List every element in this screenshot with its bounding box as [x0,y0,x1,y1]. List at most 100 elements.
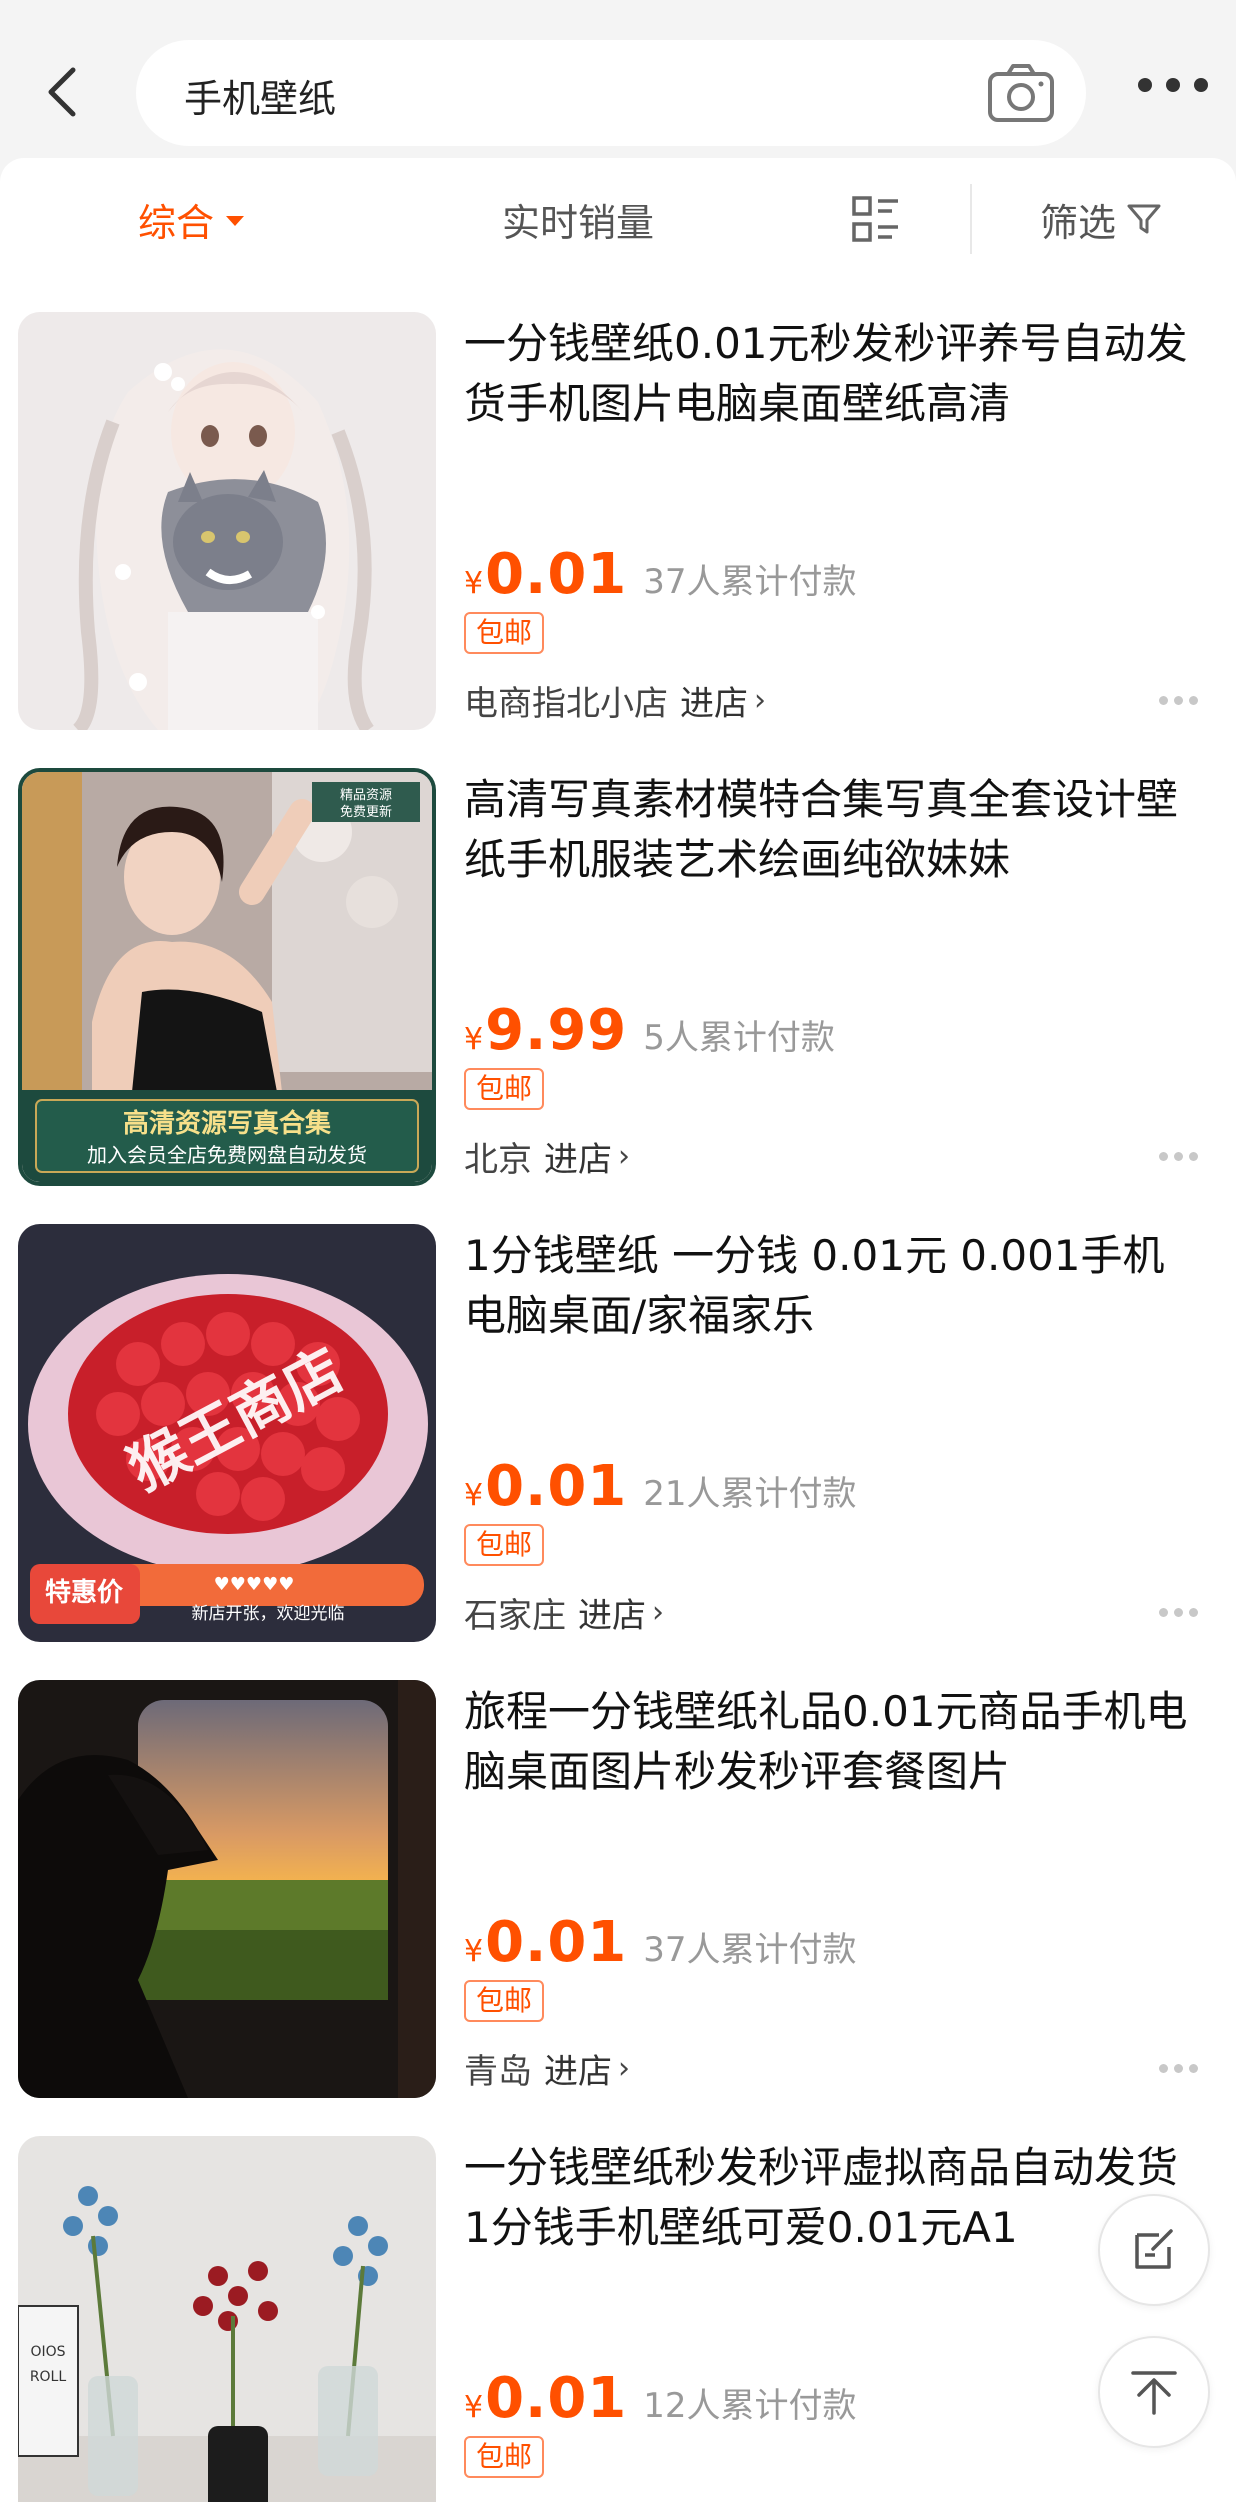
free-shipping-badge: 包邮 [464,1068,545,1110]
anime-girl-with-cat-image [18,312,436,730]
back-to-top-icon [1131,2371,1177,2415]
product-list: 一分钱壁纸0.01元秒发秒评养号自动发货手机图片电脑桌面壁纸高清 ¥ 0.01 … [0,280,1236,2502]
enter-shop-label: 进店 [680,684,748,724]
product-image[interactable] [18,312,436,730]
item-more-button[interactable] [1159,2064,1198,2073]
header: 手机壁纸 [0,0,1236,160]
product-item[interactable]: OIOS ROLL Love 一分钱壁纸秒发秒评虚拟商品自动发货1分钱手机壁纸可… [0,2104,1236,2502]
currency-symbol: ¥ [464,566,484,601]
chevron-right-icon: › [652,1595,664,1630]
search-query: 手机壁纸 [184,77,337,121]
layout-toggle-button[interactable] [852,158,900,280]
corner-badge-text-2: 免费更新 [340,804,392,820]
back-to-top-button[interactable] [1098,2336,1210,2448]
feedback-button[interactable] [1098,2194,1210,2306]
product-item[interactable]: 精品资源 免费更新 高清资源写真合集 加入会员全店免费网盘自动发货 高清写真素材… [0,736,1236,1192]
more-icon-dot [1194,78,1208,92]
currency-symbol: ¥ [464,2390,484,2425]
back-button[interactable] [32,52,92,132]
chevron-right-icon: › [618,2051,630,2086]
search-input[interactable]: 手机壁纸 [136,40,1086,146]
rose-bouquet-image: 猴王商店 特惠价 ♥♥♥♥♥ 新店开张，欢迎光临 [18,1224,436,1642]
more-icon [1138,78,1152,92]
corner-badge-text-1: 精品资源 [340,788,392,803]
sign-text-2: ROLL [30,2369,67,2385]
chevron-right-icon: › [618,1139,630,1174]
sort-tab-comprehensive[interactable]: 综合 [138,158,245,280]
enter-shop-label: 进店 [544,1140,612,1180]
product-item[interactable]: 旅程一分钱壁纸礼品0.01元商品手机电脑桌面图片秒发秒评套餐图片 ¥ 0.01 … [0,1648,1236,2104]
back-arrow-icon [48,67,76,117]
free-shipping-badge: 包邮 [464,1524,545,1566]
product-image[interactable]: 猴王商店 特惠价 ♥♥♥♥♥ 新店开张，欢迎光临 [18,1224,436,1642]
product-title[interactable]: 1分钱壁纸 一分钱 0.01元 0.001手机电脑桌面/家福家乐 [464,1226,1194,1346]
caret-down-icon [226,216,245,226]
price-row: ¥ 9.99 5人累计付款 [464,998,835,1063]
promo-text: 特惠价 [45,1577,124,1608]
product-title[interactable]: 旅程一分钱壁纸礼品0.01元商品手机电脑桌面图片秒发秒评套餐图片 [464,1682,1194,1802]
shop-link[interactable]: 石家庄 进店 › [464,1588,664,1637]
filter-label: 筛选 [1040,200,1117,245]
model-photo-image: 精品资源 免费更新 高清资源写真合集 加入会员全店免费网盘自动发货 [22,772,432,1182]
price: 0.01 [485,1910,628,1975]
more-dots-icon [1159,696,1168,705]
shop-name: 青岛 [464,2052,532,2092]
sort-tab-comprehensive-label: 综合 [138,200,215,245]
screen: 手机壁纸 综合 实时销量 筛选 一分钱壁纸0.01元秒发秒评养号自动发货手机图片… [0,0,1236,2502]
camera-button[interactable] [986,62,1056,124]
filter-icon [1127,204,1161,234]
price: 0.01 [485,2366,628,2431]
product-image[interactable]: 精品资源 免费更新 高清资源写真合集 加入会员全店免费网盘自动发货 [18,768,436,1186]
product-title[interactable]: 一分钱壁纸0.01元秒发秒评养号自动发货手机图片电脑桌面壁纸高清 [464,314,1194,434]
camera-icon [988,64,1054,122]
price-row: ¥ 0.01 21人累计付款 [464,1454,857,1519]
edit-icon [1135,2229,1173,2269]
more-dots-icon [1159,1152,1168,1161]
sold-count: 12人累计付款 [643,2386,857,2426]
sold-count: 37人累计付款 [643,562,857,602]
item-more-button[interactable] [1159,1608,1198,1617]
more-dots-icon [1159,1608,1168,1617]
enter-shop-label: 进店 [578,1596,646,1636]
free-shipping-badge: 包邮 [464,2436,545,2478]
sort-tab-realtime-sales[interactable]: 实时销量 [502,158,654,280]
shop-name: 石家庄 [464,1596,566,1636]
shop-name: 北京 [464,1140,532,1180]
sold-count: 5人累计付款 [643,1018,835,1058]
more-button[interactable] [1138,70,1208,100]
product-image[interactable] [18,1680,436,2098]
shop-link[interactable]: 电商指北小店 进店 › [464,676,766,725]
hearts-text: ♥♥♥♥♥ [214,1574,295,1595]
product-item[interactable]: 猴王商店 特惠价 ♥♥♥♥♥ 新店开张，欢迎光临 1分钱壁纸 一分钱 0.01元… [0,1192,1236,1648]
sold-count: 37人累计付款 [643,1930,857,1970]
more-icon-dot [1166,78,1180,92]
banner-title-text: 高清资源写真合集 [123,1108,332,1139]
item-more-button[interactable] [1159,1152,1198,1161]
price-row: ¥ 0.01 37人累计付款 [464,542,857,607]
filter-button[interactable]: 筛选 [1040,158,1162,280]
shop-name: 电商指北小店 [464,684,668,724]
free-shipping-badge: 包邮 [464,1980,545,2022]
sort-bar: 综合 实时销量 筛选 [0,158,1236,280]
price-row: ¥ 0.01 12人累计付款 [464,2366,857,2431]
enter-shop-label: 进店 [544,2052,612,2092]
list-layout-icon [852,196,898,242]
product-title[interactable]: 一分钱壁纸秒发秒评虚拟商品自动发货1分钱手机壁纸可爱0.01元A1 [464,2138,1194,2258]
free-shipping-badge: 包邮 [464,612,545,654]
currency-symbol: ¥ [464,1022,484,1057]
price: 9.99 [485,998,628,1063]
product-image[interactable]: OIOS ROLL Love [18,2136,436,2502]
slogan-text: 新店开张，欢迎光临 [192,1604,345,1624]
item-more-button[interactable] [1159,696,1198,705]
product-title[interactable]: 高清写真素材模特合集写真全套设计壁纸手机服装艺术绘画纯欲妹妹 [464,770,1194,890]
product-item[interactable]: 一分钱壁纸0.01元秒发秒评养号自动发货手机图片电脑桌面壁纸高清 ¥ 0.01 … [0,280,1236,736]
currency-symbol: ¥ [464,1478,484,1513]
shop-link[interactable]: 北京 进店 › [464,1132,630,1181]
banner-subtitle-text: 加入会员全店免费网盘自动发货 [87,1143,367,1167]
price: 0.01 [485,542,628,607]
flower-vases-image: OIOS ROLL Love [18,2136,436,2502]
sort-tab-realtime-sales-label: 实时销量 [502,200,655,245]
love-text: Love [32,2493,143,2502]
shop-link[interactable]: 青岛 进店 › [464,2044,630,2093]
train-window-sunset-image [18,1680,436,2098]
